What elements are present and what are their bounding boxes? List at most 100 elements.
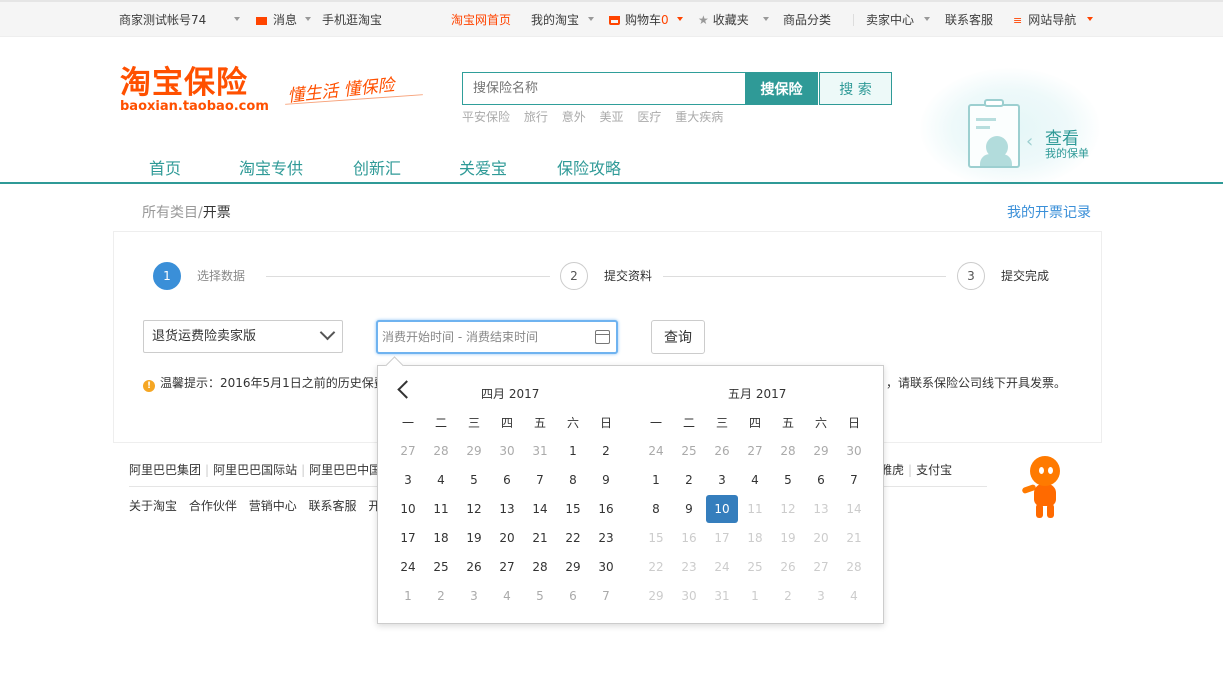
insurance-type-select[interactable]: 退货运费险卖家版 <box>143 320 343 353</box>
calendar-day[interactable]: 12 <box>458 495 490 523</box>
mobile-link[interactable]: 手机逛淘宝 <box>322 11 382 28</box>
search-button[interactable]: 搜 索 <box>819 72 892 105</box>
calendar-day[interactable]: 8 <box>640 495 672 523</box>
hot-keyword[interactable]: 美亚 <box>600 110 624 124</box>
seller-center-link[interactable]: 卖家中心 <box>866 11 914 28</box>
calendar-day[interactable]: 1 <box>392 582 424 610</box>
calendar-day[interactable]: 1 <box>640 466 672 494</box>
messages-link[interactable]: 消息 <box>256 11 297 28</box>
hot-keyword[interactable]: 平安保险 <box>462 110 510 124</box>
my-taobao-link[interactable]: 我的淘宝 <box>531 11 579 28</box>
calendar-day[interactable]: 7 <box>590 582 622 610</box>
calendar-day[interactable]: 6 <box>491 466 523 494</box>
calendar-day[interactable]: 24 <box>640 437 672 465</box>
calendar-day[interactable]: 21 <box>524 524 556 552</box>
site-logo[interactable]: 淘宝保险 baoxian.taobao.com <box>120 66 269 114</box>
calendar-day[interactable]: 27 <box>491 553 523 581</box>
calendar-day[interactable]: 30 <box>590 553 622 581</box>
calendar-day[interactable]: 7 <box>838 466 870 494</box>
calendar-day[interactable]: 3 <box>706 466 738 494</box>
calendar-day[interactable]: 18 <box>425 524 457 552</box>
calendar-day[interactable]: 26 <box>706 437 738 465</box>
nav-taobao-exclusive[interactable]: 淘宝专供 <box>239 155 303 179</box>
chevron-down-icon[interactable] <box>763 17 769 21</box>
calendar-day[interactable]: 20 <box>491 524 523 552</box>
calendar-day[interactable]: 3 <box>392 466 424 494</box>
calendar-day[interactable]: 24 <box>392 553 424 581</box>
calendar-day[interactable]: 7 <box>524 466 556 494</box>
calendar-day[interactable]: 29 <box>805 437 837 465</box>
chevron-down-icon[interactable] <box>924 17 930 21</box>
calendar-day[interactable]: 1 <box>557 437 589 465</box>
site-nav-menu[interactable]: ≡ 网站导航 <box>1013 11 1076 28</box>
footer-link[interactable]: 阿里巴巴中国 <box>309 463 381 477</box>
hot-keyword[interactable]: 意外 <box>562 110 586 124</box>
my-invoice-records-link[interactable]: 我的开票记录 <box>1007 202 1091 222</box>
search-insurance-button[interactable]: 搜保险 <box>745 72 818 105</box>
customer-service-link[interactable]: 联系客服 <box>945 11 993 28</box>
calendar-day[interactable]: 3 <box>458 582 490 610</box>
footer-link[interactable]: 阿里巴巴集团 <box>129 463 201 477</box>
chevron-down-icon[interactable] <box>1087 17 1093 21</box>
chevron-down-icon[interactable] <box>305 17 311 21</box>
account-menu[interactable]: 商家测试帐号74 <box>119 11 206 28</box>
calendar-icon[interactable] <box>595 330 610 344</box>
calendar-day[interactable]: 5 <box>772 466 804 494</box>
calendar-day[interactable]: 29 <box>458 437 490 465</box>
nav-home[interactable]: 首页 <box>149 155 181 179</box>
footer-link[interactable]: 关于淘宝 <box>129 499 177 513</box>
calendar-day[interactable]: 15 <box>557 495 589 523</box>
calendar-day[interactable]: 4 <box>425 466 457 494</box>
footer-link[interactable]: 支付宝 <box>916 463 952 477</box>
calendar-day[interactable]: 10 <box>392 495 424 523</box>
calendar-day[interactable]: 26 <box>458 553 490 581</box>
footer-link[interactable]: 营销中心 <box>249 499 297 513</box>
chevron-left-icon[interactable] <box>397 380 416 399</box>
cart-link[interactable]: 购物车0 <box>609 11 669 28</box>
calendar-day[interactable]: 28 <box>772 437 804 465</box>
calendar-day[interactable]: 14 <box>524 495 556 523</box>
calendar-day[interactable]: 31 <box>524 437 556 465</box>
calendar-day[interactable]: 6 <box>557 582 589 610</box>
calendar-day[interactable]: 13 <box>491 495 523 523</box>
date-range-input[interactable]: 消费开始时间 - 消费结束时间 <box>376 320 618 354</box>
calendar-day-selected[interactable]: 10 <box>706 495 738 523</box>
nav-innovation[interactable]: 创新汇 <box>353 155 401 179</box>
calendar-day[interactable]: 17 <box>392 524 424 552</box>
calendar-day[interactable]: 28 <box>524 553 556 581</box>
calendar-day[interactable]: 19 <box>458 524 490 552</box>
hot-keyword[interactable]: 医疗 <box>637 110 661 124</box>
calendar-day[interactable]: 9 <box>673 495 705 523</box>
calendar-day[interactable]: 25 <box>673 437 705 465</box>
calendar-day[interactable]: 6 <box>805 466 837 494</box>
calendar-day[interactable]: 30 <box>491 437 523 465</box>
categories-link[interactable]: 商品分类 <box>783 11 831 28</box>
nav-guide[interactable]: 保险攻略 <box>557 155 621 179</box>
calendar-day[interactable]: 2 <box>590 437 622 465</box>
footer-link[interactable]: 阿里巴巴国际站 <box>213 463 297 477</box>
chevron-down-icon[interactable] <box>677 17 683 21</box>
hot-keyword[interactable]: 旅行 <box>524 110 548 124</box>
breadcrumb-root[interactable]: 所有类目 <box>142 205 198 221</box>
calendar-day[interactable]: 4 <box>491 582 523 610</box>
calendar-day[interactable]: 5 <box>524 582 556 610</box>
query-button[interactable]: 查询 <box>651 320 705 354</box>
calendar-day[interactable]: 29 <box>557 553 589 581</box>
calendar-day[interactable]: 30 <box>838 437 870 465</box>
calendar-day[interactable]: 28 <box>425 437 457 465</box>
calendar-day[interactable]: 2 <box>673 466 705 494</box>
calendar-day[interactable]: 2 <box>425 582 457 610</box>
calendar-day[interactable]: 27 <box>392 437 424 465</box>
chevron-down-icon[interactable] <box>234 17 240 21</box>
calendar-day[interactable]: 4 <box>739 466 771 494</box>
calendar-day[interactable]: 16 <box>590 495 622 523</box>
calendar-day[interactable]: 22 <box>557 524 589 552</box>
hot-keyword[interactable]: 重大疾病 <box>675 110 723 124</box>
calendar-day[interactable]: 27 <box>739 437 771 465</box>
footer-link[interactable]: 联系客服 <box>309 499 357 513</box>
search-input[interactable] <box>462 72 746 105</box>
calendar-day[interactable]: 8 <box>557 466 589 494</box>
favorites-link[interactable]: ★ 收藏夹 <box>698 11 749 28</box>
calendar-day[interactable]: 23 <box>590 524 622 552</box>
taobao-home-link[interactable]: 淘宝网首页 <box>451 11 511 28</box>
